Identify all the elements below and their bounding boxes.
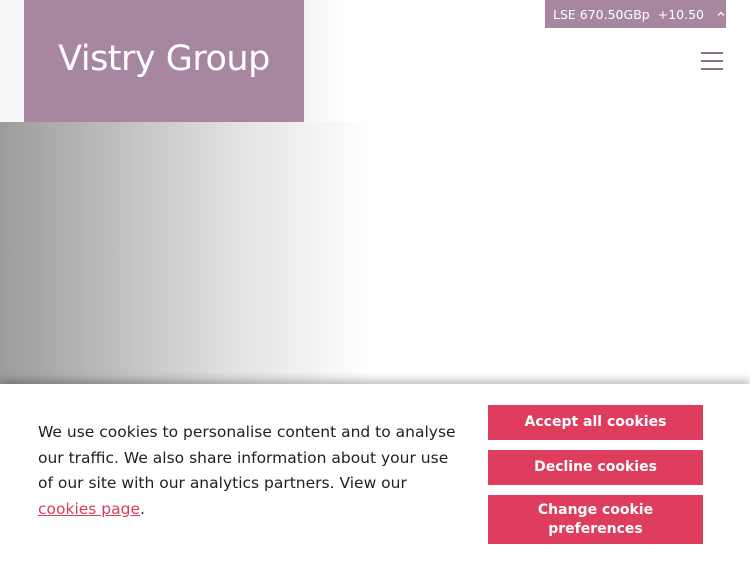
cookie-message-text: We use cookies to personalise content an… [38,423,456,492]
cookie-message: We use cookies to personalise content an… [38,420,458,522]
cookies-page-link[interactable]: cookies page [38,500,140,518]
accept-all-cookies-button[interactable]: Accept all cookies [488,405,703,440]
header-left-strip [0,0,24,122]
chevron-up-icon [715,8,727,20]
share-price-ticker[interactable]: LSE 670.50GBp +10.50 [545,0,726,28]
share-price-change: +10.50 [657,6,704,22]
hero-area [0,122,750,384]
menu-line [701,52,723,54]
menu-line [701,60,723,62]
logo-text: Vistry Group [58,39,270,79]
hero-gradient-image [0,122,370,384]
header-fade [304,0,344,122]
logo-link[interactable]: Vistry Group [24,0,304,122]
cookie-banner: We use cookies to personalise content an… [0,384,750,563]
cookie-message-end: . [140,499,145,518]
decline-cookies-button[interactable]: Decline cookies [488,450,703,485]
hamburger-menu-icon[interactable] [700,50,724,72]
share-price-value: LSE 670.50GBp [553,6,650,22]
change-cookie-preferences-button[interactable]: Change cookie preferences [488,495,703,544]
menu-line [701,68,723,70]
site-header: Vistry Group LSE 670.50GBp +10.50 [0,0,750,122]
